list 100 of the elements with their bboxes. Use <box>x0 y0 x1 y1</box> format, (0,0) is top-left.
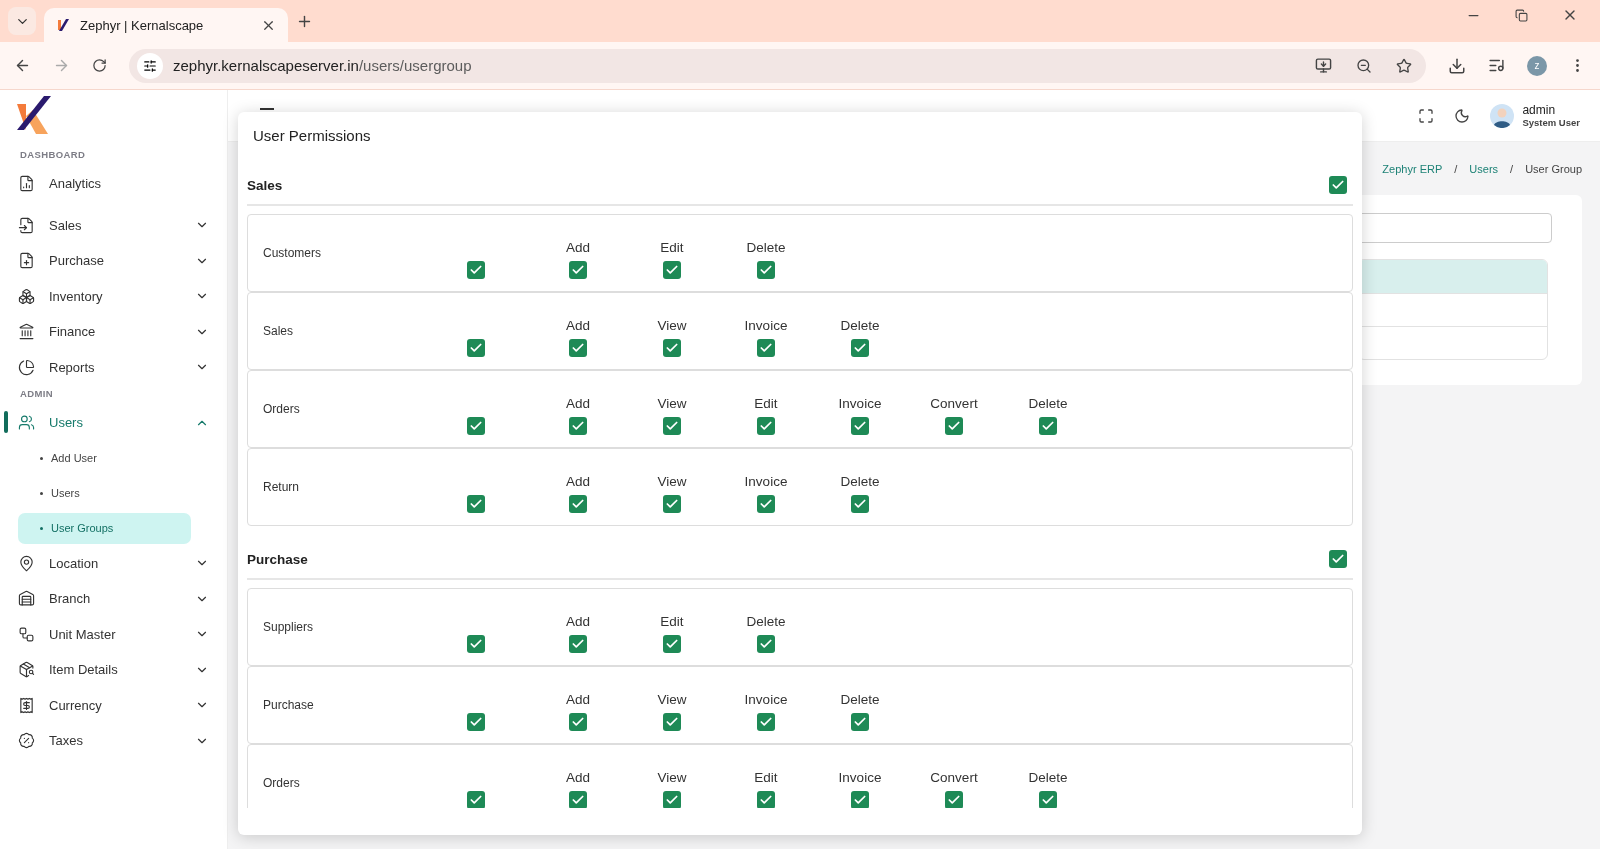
download-icon[interactable] <box>1448 56 1466 75</box>
checkbox[interactable] <box>663 339 681 357</box>
install-icon[interactable] <box>1315 57 1332 74</box>
checkbox[interactable] <box>757 495 775 513</box>
zoom-out-icon[interactable] <box>1356 57 1372 74</box>
nav-subitem[interactable]: User Groups <box>18 512 191 544</box>
section-heading: ADMIN <box>19 387 55 401</box>
nav-item[interactable]: Unit Master <box>0 616 227 652</box>
breadcrumb-link[interactable]: Users <box>1469 163 1499 175</box>
breadcrumb-link[interactable]: Zephyr ERP <box>1382 163 1443 175</box>
user-avatar[interactable] <box>1490 103 1515 128</box>
check-icon <box>571 793 585 807</box>
permission-label: Add <box>566 692 590 707</box>
permission-label: Invoice <box>744 474 788 489</box>
permission-label: View <box>657 474 687 489</box>
favicon-icon <box>56 18 70 32</box>
checkbox[interactable] <box>757 417 775 435</box>
row-label: Purchase <box>263 697 315 712</box>
nav-item[interactable]: Branch <box>0 581 227 617</box>
checkbox[interactable] <box>569 417 587 435</box>
select-all-checkbox[interactable] <box>1329 176 1347 194</box>
check-icon <box>665 497 679 511</box>
checkbox[interactable] <box>569 635 587 653</box>
row-checkbox[interactable] <box>467 713 485 731</box>
back-icon[interactable] <box>14 57 31 74</box>
permission-label: Edit <box>660 240 684 255</box>
check-icon <box>665 419 679 433</box>
check-icon <box>469 793 483 807</box>
nav-item[interactable]: Item Details <box>0 652 227 688</box>
checkbox[interactable] <box>1039 417 1057 435</box>
check-icon <box>469 341 483 355</box>
nav-item[interactable]: Location <box>0 545 227 581</box>
checkbox[interactable] <box>569 495 587 513</box>
checkbox[interactable] <box>1039 791 1057 808</box>
nav-icon <box>18 216 35 234</box>
check-icon <box>759 637 773 651</box>
permission-label: Invoice <box>744 318 788 333</box>
checkbox[interactable] <box>663 635 681 653</box>
checkbox[interactable] <box>851 713 869 731</box>
checkbox[interactable] <box>757 791 775 808</box>
nav-icon <box>18 554 35 572</box>
star-icon[interactable] <box>1396 57 1412 74</box>
checkbox[interactable] <box>945 791 963 808</box>
row-label: Suppliers <box>263 619 315 634</box>
nav-subitem[interactable]: Users <box>18 477 191 509</box>
site-settings-icon[interactable] <box>137 52 163 79</box>
checkbox[interactable] <box>945 417 963 435</box>
check-icon <box>665 715 679 729</box>
section-heading: DASHBOARD <box>19 148 87 162</box>
checkbox[interactable] <box>663 791 681 808</box>
checkbox[interactable] <box>851 791 869 808</box>
media-icon[interactable] <box>1488 57 1505 74</box>
fullscreen-icon[interactable] <box>1418 107 1435 124</box>
checkbox[interactable] <box>757 635 775 653</box>
checkbox[interactable] <box>851 339 869 357</box>
nav-item[interactable]: Reports <box>0 349 227 385</box>
nav-item[interactable]: Users <box>0 405 227 441</box>
select-all-checkbox[interactable] <box>1329 550 1347 568</box>
checkbox[interactable] <box>663 261 681 279</box>
checkbox[interactable] <box>851 495 869 513</box>
browser-tab[interactable]: Zephyr | Kernalscape <box>44 8 288 42</box>
nav-item[interactable]: Currency <box>0 687 227 723</box>
section-title: Sales <box>247 177 283 193</box>
checkbox[interactable] <box>569 339 587 357</box>
nav-item[interactable]: Taxes <box>0 723 227 759</box>
checkbox[interactable] <box>757 339 775 357</box>
permission-label: Add <box>566 614 590 629</box>
breadcrumb-link[interactable]: User Group <box>1525 163 1582 175</box>
nav-item[interactable]: Analytics <box>0 166 227 202</box>
row-checkbox[interactable] <box>467 635 485 653</box>
nav-item[interactable]: Sales <box>0 207 227 243</box>
row-checkbox[interactable] <box>467 417 485 435</box>
reload-icon[interactable] <box>92 58 107 73</box>
checkbox[interactable] <box>663 495 681 513</box>
checkbox[interactable] <box>569 791 587 808</box>
restore-icon[interactable] <box>1515 7 1528 23</box>
check-icon <box>853 793 867 807</box>
row-checkbox[interactable] <box>467 261 485 279</box>
check-icon <box>759 715 773 729</box>
check-icon <box>571 715 585 729</box>
checkbox[interactable] <box>569 261 587 279</box>
checkbox[interactable] <box>757 713 775 731</box>
checkbox[interactable] <box>569 713 587 731</box>
check-icon <box>853 497 867 511</box>
breadcrumb-separator: / <box>1510 163 1514 175</box>
address-bar[interactable]: zephyr.kernalscapeserver.in/users/usergroup <box>129 48 1426 83</box>
row-label: Orders <box>263 401 301 416</box>
checkbox[interactable] <box>663 417 681 435</box>
moon-icon[interactable] <box>1454 107 1471 124</box>
check-icon <box>1041 419 1055 433</box>
checkbox[interactable] <box>757 261 775 279</box>
nav-item[interactable]: Purchase <box>0 243 227 279</box>
row-checkbox[interactable] <box>467 791 485 808</box>
nav-item[interactable]: Finance <box>0 314 227 350</box>
row-checkbox[interactable] <box>467 339 485 357</box>
checkbox[interactable] <box>663 713 681 731</box>
nav-subitem[interactable]: Add User <box>18 442 191 474</box>
checkbox[interactable] <box>851 417 869 435</box>
row-checkbox[interactable] <box>467 495 485 513</box>
nav-item[interactable]: Inventory <box>0 278 227 314</box>
